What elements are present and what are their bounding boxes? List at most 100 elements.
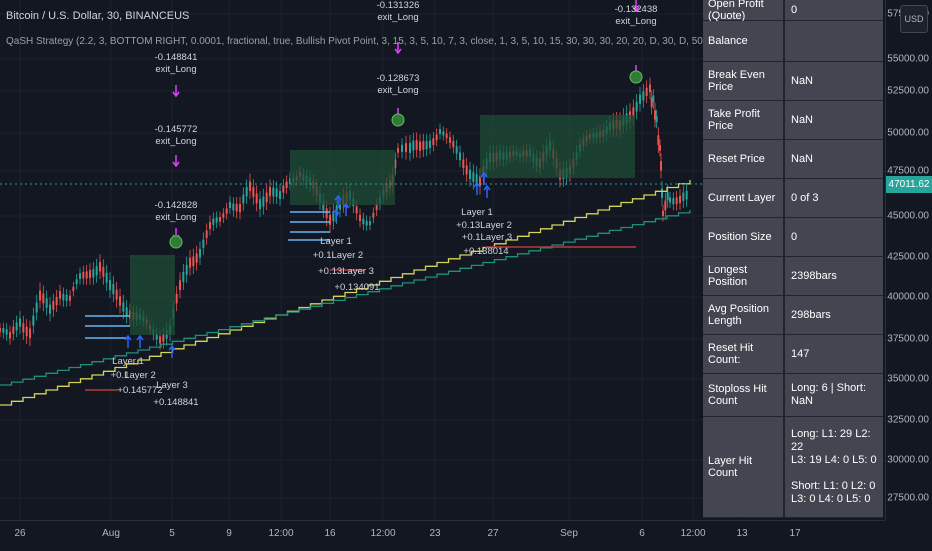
candle [412, 140, 415, 151]
stats-row: Take Profit Price NaN [703, 101, 883, 140]
candle [252, 187, 255, 197]
exit-value: -0.142828 [154, 200, 198, 211]
candle [355, 206, 358, 214]
candle [185, 264, 188, 275]
candle [235, 203, 238, 212]
stats-row: Current Layer 0 of 3 [703, 179, 883, 218]
candle [661, 188, 663, 198]
candle [35, 302, 38, 313]
exit-label: exit_Long [155, 136, 197, 147]
stats-label: Reset Price [703, 140, 785, 178]
layer-label: Layer 3 [156, 380, 188, 391]
candle [175, 293, 178, 304]
candle [649, 84, 651, 93]
candle [72, 287, 75, 292]
stats-row: Reset Hit Count: 147 [703, 335, 883, 374]
time-tick: 23 [429, 528, 441, 539]
candle [415, 140, 418, 150]
candle [455, 146, 458, 154]
candle [242, 194, 245, 204]
price-tick: 45000.00 [887, 210, 929, 222]
candle [642, 91, 645, 101]
candle [669, 197, 671, 203]
price-axis[interactable]: 57500.0055000.0052500.0050000.0047500.00… [885, 0, 932, 520]
price-tick: 27500.00 [887, 492, 929, 504]
candle [662, 210, 664, 216]
candle [329, 214, 331, 225]
stats-label: Longest Position [703, 257, 785, 295]
candle [229, 201, 231, 208]
stats-value: Long: L1: 29 L2: 22 L3: 19 L4: 0 L5: 0 S… [785, 417, 883, 517]
candle [459, 152, 461, 161]
stats-row: Position Size 0 [703, 218, 883, 257]
candle [112, 284, 115, 295]
exit-annotation: -0.142828 exit_Long [155, 200, 198, 224]
stats-label: Balance [703, 21, 785, 61]
candle [95, 266, 98, 276]
candle [102, 267, 105, 277]
candle [49, 304, 51, 314]
time-tick: 27 [487, 528, 499, 539]
candle [639, 94, 641, 104]
layer-label: +0.134091 [334, 282, 380, 293]
price-tick: 55000.00 [887, 53, 929, 65]
candle [645, 87, 648, 97]
candle [9, 331, 11, 339]
stats-row: Reset Price NaN [703, 140, 883, 179]
exit-value: -0.128673 [376, 73, 420, 84]
candle [419, 141, 421, 151]
stats-row: Avg Position Length 298bars [703, 296, 883, 335]
candle [55, 297, 58, 306]
stats-row: Layer Hit Count Long: L1: 29 L2: 22 L3: 1… [703, 417, 883, 518]
tp-zone [290, 150, 395, 205]
time-tick: Sep [560, 528, 578, 539]
exit-value: -0.132438 [614, 4, 658, 15]
current-price-badge: 47011.62 [886, 176, 932, 193]
stats-value: 147 [785, 335, 883, 373]
candle [397, 148, 399, 153]
candle [199, 248, 201, 258]
candle [362, 218, 365, 225]
strategy-parameters[interactable]: QaSH Strategy (2.2, 3, BOTTOM RIGHT, 0.0… [6, 36, 706, 47]
candle [255, 193, 258, 204]
candle [405, 143, 407, 153]
candle [215, 217, 218, 223]
candle [195, 253, 198, 263]
stats-label: Current Layer [703, 179, 785, 217]
candle [660, 161, 662, 171]
stats-label: Avg Position Length [703, 296, 785, 334]
candle [445, 133, 448, 139]
candle [664, 200, 667, 211]
candle [452, 141, 455, 148]
candle [92, 269, 95, 278]
candle [182, 271, 185, 282]
candle [202, 239, 205, 248]
price-tick: 47500.00 [887, 165, 929, 177]
time-tick: 12:00 [268, 528, 294, 539]
candle [239, 203, 241, 213]
exit-marker [629, 70, 643, 84]
exit-value: -0.148841 [154, 52, 198, 63]
candle [19, 318, 21, 327]
candle [682, 192, 685, 201]
candle [259, 199, 261, 210]
stats-value: 0 of 3 [785, 179, 883, 217]
candle [275, 188, 278, 197]
tp-zone [480, 115, 635, 178]
candle [672, 198, 675, 205]
layer-label: +0.13Layer 2 [456, 220, 512, 231]
stats-value: Long: 6 | Short: NaN [785, 374, 883, 416]
time-axis[interactable]: 26 Aug 5 9 12:00 16 12:00 23 27 Sep 6 12:00 13 17 [0, 520, 885, 551]
candle [15, 322, 18, 331]
stats-label: Take Profit Price [703, 101, 785, 139]
candle [435, 134, 438, 141]
candle [439, 129, 441, 134]
candle [232, 203, 235, 211]
candle [369, 221, 371, 226]
currency-button[interactable]: USD [900, 5, 928, 33]
time-tick: 9 [226, 528, 232, 539]
tp-zone [130, 255, 175, 335]
candle [655, 115, 658, 123]
candle [79, 273, 81, 279]
candle [465, 165, 468, 175]
